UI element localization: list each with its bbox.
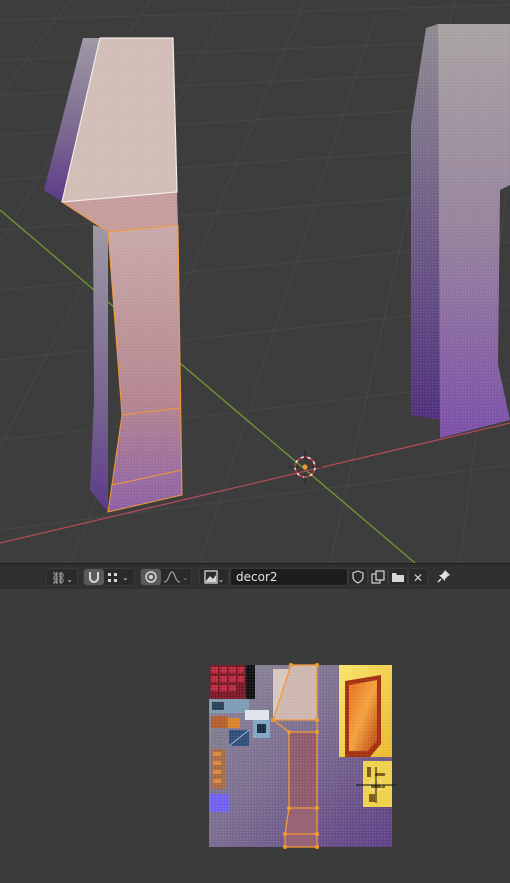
image-browse-button[interactable]: ⌄ xyxy=(199,568,229,586)
duplicate-icon xyxy=(371,570,385,584)
image-icon xyxy=(203,570,218,584)
3d-viewport[interactable] xyxy=(0,0,510,563)
shield-icon xyxy=(352,570,364,584)
chevron-down-icon[interactable]: ⌄ xyxy=(122,569,129,587)
pin-button[interactable] xyxy=(434,568,454,586)
new-image-button[interactable] xyxy=(368,568,388,586)
snapping-group: ⌄ xyxy=(83,568,135,586)
chevron-down-icon: ⌄ xyxy=(217,575,225,584)
vertex-grid-icon[interactable] xyxy=(106,569,120,590)
uv-canvas[interactable] xyxy=(0,589,510,883)
uv-editor-header: ⛓⌄ ⌄ ⌄ ⌄ decor2 ✕ xyxy=(0,563,510,589)
open-image-button[interactable] xyxy=(388,568,408,586)
pin-icon xyxy=(437,570,450,583)
link-icon: ⛓ xyxy=(51,571,67,585)
viewport-canvas[interactable] xyxy=(0,0,510,563)
proportional-icon[interactable] xyxy=(141,569,161,585)
pivot-point-dropdown[interactable]: ⛓⌄ xyxy=(46,568,78,586)
close-icon: ✕ xyxy=(412,571,424,585)
magnet-icon[interactable] xyxy=(84,569,104,585)
fake-user-button[interactable] xyxy=(348,568,368,586)
falloff-curve-icon[interactable] xyxy=(163,569,181,590)
proportional-edit-group: ⌄ xyxy=(140,568,192,586)
chevron-down-icon[interactable]: ⌄ xyxy=(182,569,189,587)
unlink-image-button[interactable]: ✕ xyxy=(408,568,428,586)
pillar-mesh-unselected[interactable] xyxy=(411,24,510,438)
folder-icon xyxy=(392,573,404,582)
chevron-down-icon: ⌄ xyxy=(66,575,73,584)
uv-editor-area[interactable] xyxy=(0,589,510,883)
image-name-field[interactable]: decor2 xyxy=(230,568,348,586)
